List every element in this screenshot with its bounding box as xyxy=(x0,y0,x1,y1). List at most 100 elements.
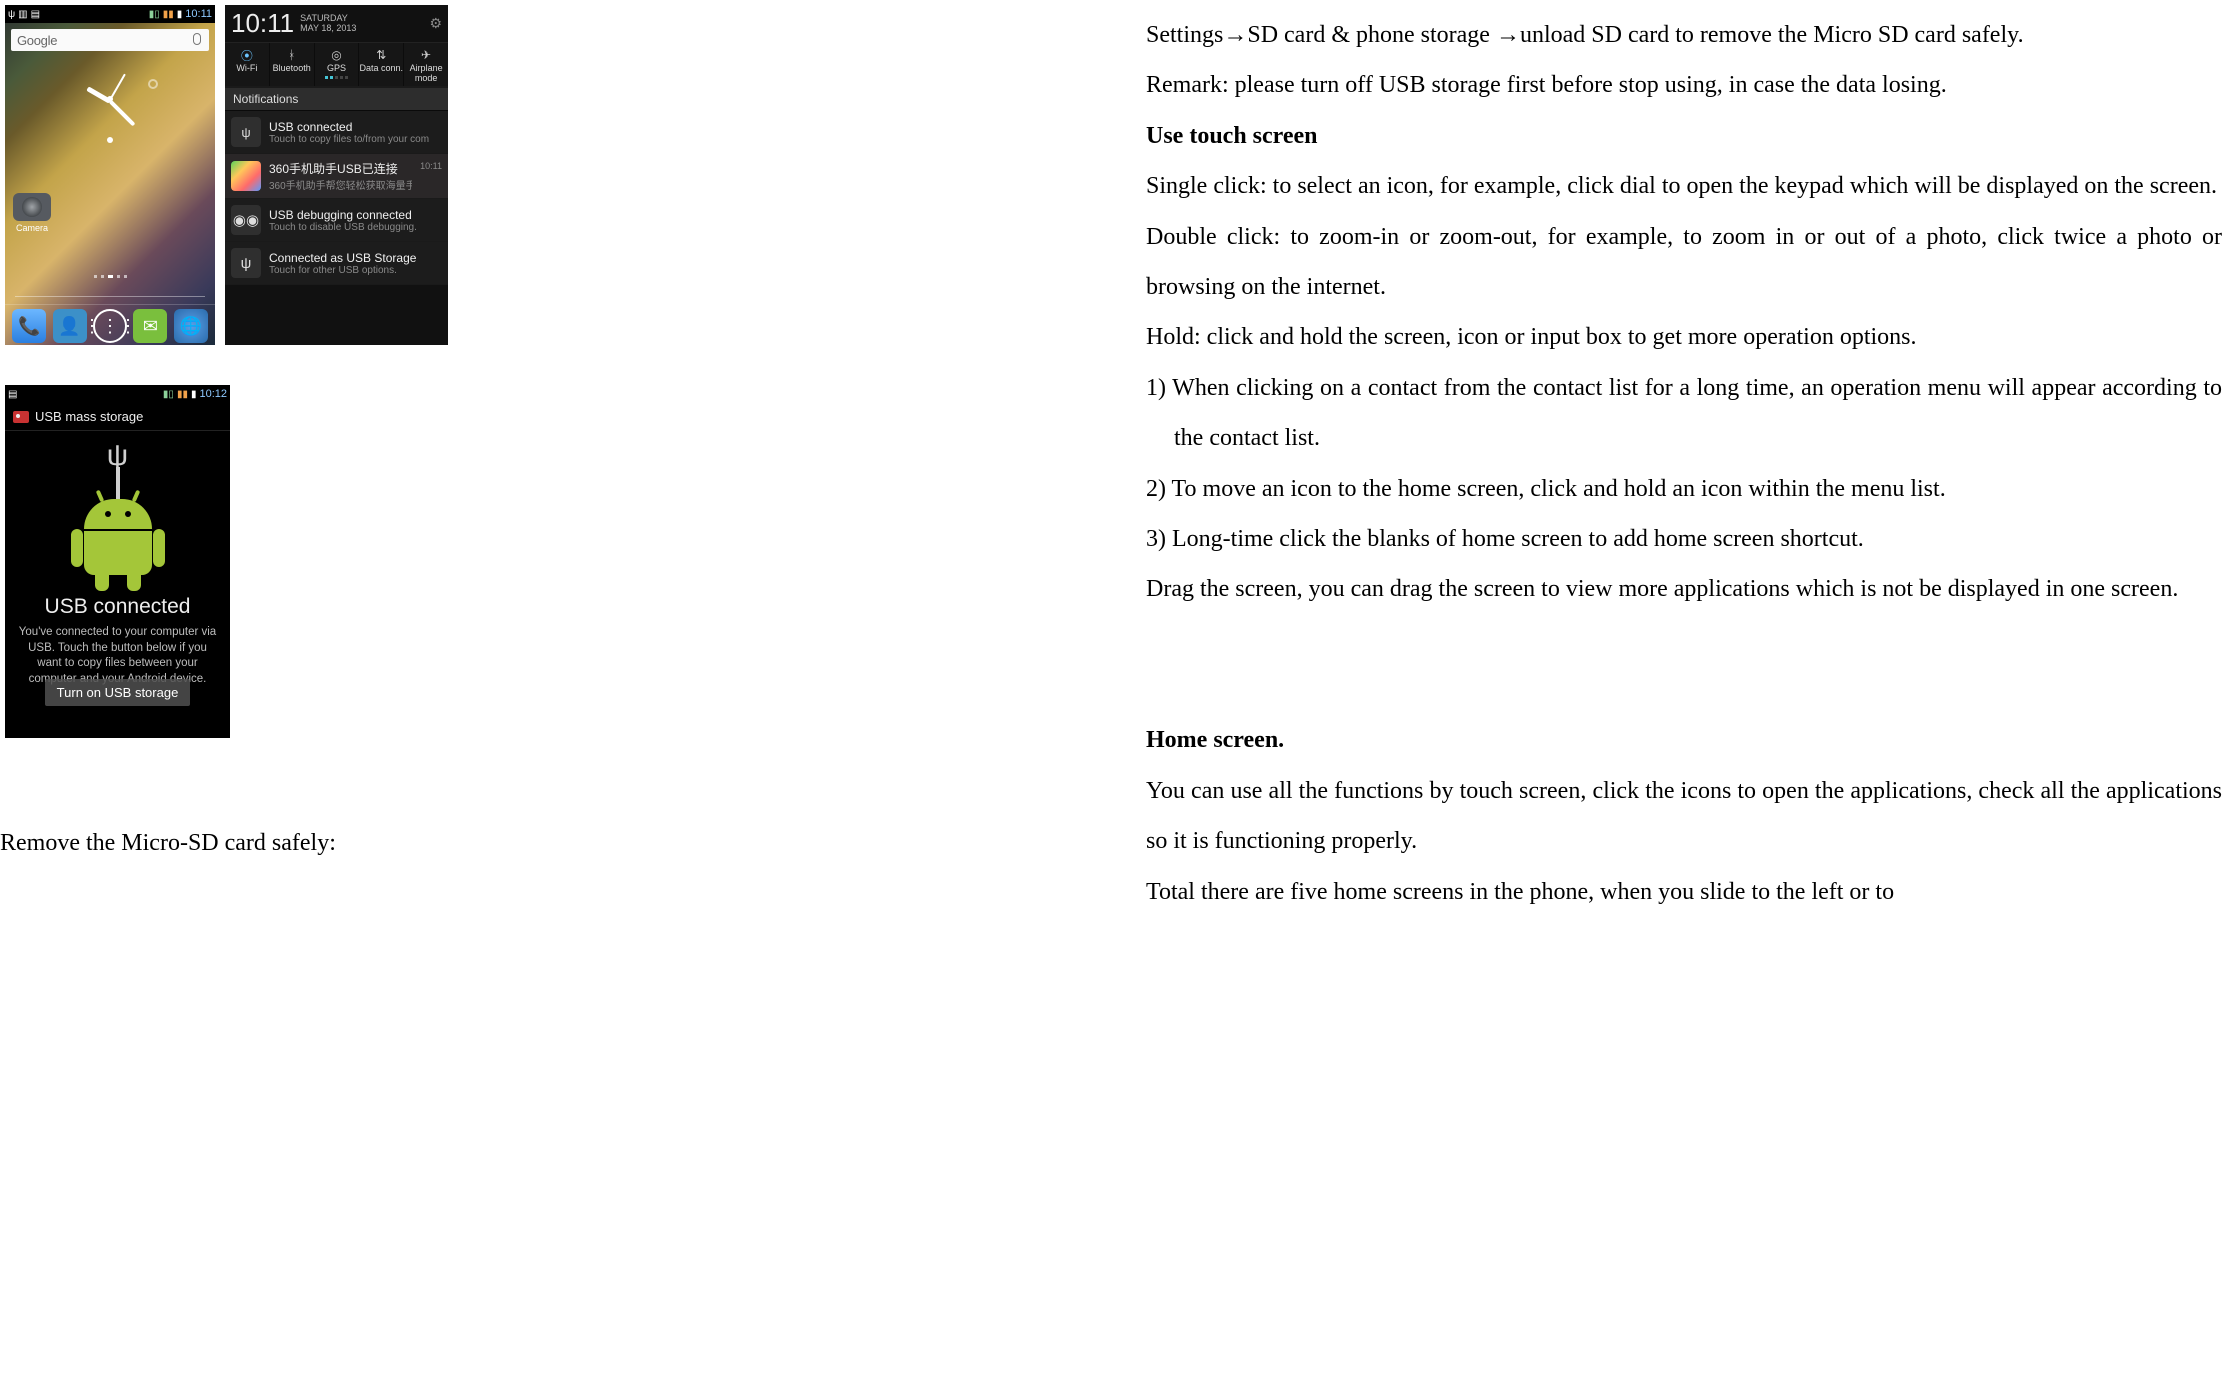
turn-on-usb-storage-button[interactable]: Turn on USB storage xyxy=(45,679,191,706)
notification-subtitle: Touch to disable USB debugging. xyxy=(269,222,442,233)
list-item-3: 3) Long-time click the blanks of home sc… xyxy=(1146,514,2222,564)
notification-usb-debugging[interactable]: ◉◉ USB debugging connected Touch to disa… xyxy=(225,199,448,242)
signal1-icon: ▮▯ xyxy=(149,9,160,20)
google-logo-text: Google xyxy=(17,33,193,48)
list-item-2-text: 2) To move an icon to the home screen, c… xyxy=(1146,476,1946,502)
wifi-icon: ⦿ xyxy=(225,47,269,63)
sdcard-indicator-icon: ▤ xyxy=(8,389,17,400)
paragraph-single-click: Single click: to select an icon, for exa… xyxy=(1146,161,2222,211)
camera-label: Camera xyxy=(16,223,48,233)
airplane-icon: ✈ xyxy=(404,47,448,63)
shade-date-value: MAY 18, 2013 xyxy=(300,23,356,33)
usb-mass-storage-icon xyxy=(13,411,29,423)
paragraph-double-click: Double click: to zoom-in or zoom-out, fo… xyxy=(1146,212,2222,313)
quick-bt-label: Bluetooth xyxy=(270,63,314,73)
battery-icon: ▮ xyxy=(177,9,183,20)
paragraph-home-screen-1: You can use all the functions by touch s… xyxy=(1146,766,2222,867)
contacts-app-icon[interactable]: 👤 xyxy=(53,309,87,343)
shade-clock: 10:11 xyxy=(231,8,294,39)
browser-app-icon[interactable]: 🌐 xyxy=(174,309,208,343)
usb-icon xyxy=(231,117,261,147)
dock: 📞 👤 ⋮⋮⋮ ✉ 🌐 xyxy=(5,304,215,343)
paragraph-drag: Drag the screen, you can drag the screen… xyxy=(1146,564,2222,614)
app360-icon xyxy=(231,161,261,191)
gps-icon: ◎ xyxy=(315,47,359,63)
quick-air-label: Airplane mode xyxy=(404,63,448,83)
clock-center-icon xyxy=(107,96,113,102)
quick-data[interactable]: ⇅ Data conn. xyxy=(359,43,404,86)
signal2-icon: ▮▮ xyxy=(163,9,174,20)
notification-360-helper[interactable]: 360手机助手USB已连接 360手机助手帮您轻松获取海量手机 10:11 xyxy=(225,154,448,199)
paragraph-hold: Hold: click and hold the screen, icon or… xyxy=(1146,312,2222,362)
analog-clock-widget[interactable] xyxy=(5,57,215,177)
screenshot-usb-mass-storage: ▤ ▮▯ ▮▮ ▮ 10:12 USB mass storage USB con… xyxy=(5,385,230,738)
quick-gps[interactable]: ◎ GPS xyxy=(315,43,360,86)
clock-dot-icon xyxy=(107,137,113,143)
camera-app-shortcut[interactable]: Camera xyxy=(11,193,53,233)
sdcard-indicator-icon: ▤ xyxy=(31,9,40,20)
shade-header: 10:11 SATURDAY MAY 18, 2013 ⚙ xyxy=(225,5,448,43)
clock-ring-icon xyxy=(148,79,158,89)
notifications-header: Notifications xyxy=(225,87,448,111)
usb-connected-body: You've connected to your computer via US… xyxy=(5,619,230,687)
notification-usb-storage[interactable]: Connected as USB Storage Touch for other… xyxy=(225,242,448,285)
shade-date: SATURDAY MAY 18, 2013 xyxy=(300,14,356,34)
android-robot-icon xyxy=(75,499,161,577)
notification-title: Connected as USB Storage xyxy=(269,251,442,265)
data-icon: ⇅ xyxy=(359,47,403,63)
minute-hand-icon xyxy=(109,100,136,127)
battery-icon: ▮ xyxy=(191,389,197,400)
notification-subtitle: 360手机助手帮您轻松获取海量手机 xyxy=(269,177,412,192)
status-clock: 10:11 xyxy=(185,8,212,20)
google-search-bar[interactable]: Google xyxy=(11,29,209,51)
left-caption: Remove the Micro-SD card safely: xyxy=(0,830,336,857)
usb-indicator-icon: ψ xyxy=(8,9,15,20)
usb-trident-icon xyxy=(107,439,128,473)
quick-wifi[interactable]: ⦿ Wi-Fi xyxy=(225,43,270,86)
app-drawer-icon[interactable]: ⋮⋮⋮ xyxy=(93,309,127,343)
list-item-2: 2) To move an icon to the home screen, c… xyxy=(1146,464,2222,514)
mic-icon[interactable] xyxy=(193,33,203,47)
camera-icon xyxy=(13,193,51,221)
signal1-icon: ▮▯ xyxy=(163,389,174,400)
list-item-1-text: 1) When clicking on a contact from the c… xyxy=(1146,375,2222,451)
home-pager-dots xyxy=(5,275,215,279)
shade-day: SATURDAY xyxy=(300,13,348,23)
right-column: Settings→SD card & phone storage →unload… xyxy=(1116,0,2232,1391)
notification-usb-connected[interactable]: USB connected Touch to copy files to/fro… xyxy=(225,111,448,154)
phone-app-icon[interactable]: 📞 xyxy=(12,309,46,343)
bug-indicator-icon: ▥ xyxy=(18,9,27,20)
notification-subtitle: Touch for other USB options. xyxy=(269,265,442,276)
screenshot-notification-shade: 10:11 SATURDAY MAY 18, 2013 ⚙ ⦿ Wi-Fi ᚼ … xyxy=(225,5,448,345)
status-bar: ▤ ▮▯ ▮▮ ▮ 10:12 xyxy=(5,385,230,403)
notification-subtitle: Touch to copy files to/from your com xyxy=(269,134,442,145)
android-usb-illustration xyxy=(58,445,178,577)
settings-icon[interactable]: ⚙ xyxy=(429,15,442,32)
notification-timestamp: 10:11 xyxy=(420,161,442,171)
quick-airplane[interactable]: ✈ Airplane mode xyxy=(404,43,448,86)
notification-title: USB debugging connected xyxy=(269,208,442,222)
list-item-1: 1) When clicking on a contact from the c… xyxy=(1146,363,2222,464)
paragraph-settings-path: Settings→SD card & phone storage →unload… xyxy=(1146,10,2222,60)
quick-bluetooth[interactable]: ᚼ Bluetooth xyxy=(270,43,315,86)
left-column: ψ ▥ ▤ ▮▯ ▮▮ ▮ 10:11 Google xyxy=(0,0,1116,1391)
notification-title: USB connected xyxy=(269,120,442,134)
heading-use-touch-screen: Use touch screen xyxy=(1146,111,2222,161)
heading-home-screen: Home screen. xyxy=(1146,715,2222,765)
paragraph-home-screen-2: Total there are five home screens in the… xyxy=(1146,867,2222,917)
divider xyxy=(15,296,205,297)
notification-title: 360手机助手USB已连接 xyxy=(269,160,412,177)
bluetooth-icon: ᚼ xyxy=(270,47,314,63)
screenshot-home-screen: ψ ▥ ▤ ▮▯ ▮▮ ▮ 10:11 Google xyxy=(5,5,215,345)
signal2-icon: ▮▮ xyxy=(177,389,188,400)
quick-data-label: Data conn. xyxy=(359,63,403,73)
list-item-3-text: 3) Long-time click the blanks of home sc… xyxy=(1146,526,1864,552)
quick-settings-row: ⦿ Wi-Fi ᚼ Bluetooth ◎ GPS ⇅ Data conn. ✈… xyxy=(225,43,448,87)
android-head-icon: ◉◉ xyxy=(231,205,261,235)
paragraph-remark: Remark: please turn off USB storage firs… xyxy=(1146,60,2222,110)
messaging-app-icon[interactable]: ✉ xyxy=(133,309,167,343)
window-title-row: USB mass storage xyxy=(5,403,230,431)
usb-connected-heading: USB connected xyxy=(5,595,230,619)
usb-storage-icon xyxy=(231,248,261,278)
quick-gps-label: GPS xyxy=(315,63,359,73)
